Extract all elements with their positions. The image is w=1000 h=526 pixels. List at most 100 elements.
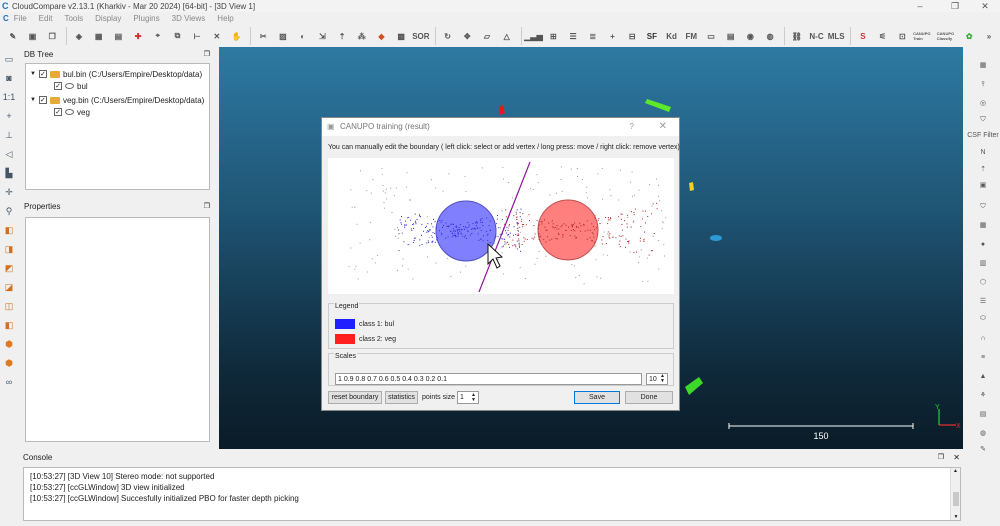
checker-icon[interactable]: ▩ xyxy=(392,27,410,45)
reset-boundary-button[interactable]: reset boundary xyxy=(328,391,382,404)
help-icon[interactable]: ? xyxy=(630,118,634,136)
console-scrollbar[interactable]: ▲ ▼ xyxy=(950,468,960,520)
camera-icon[interactable]: ◙ xyxy=(0,69,18,87)
spin-arrows-icon[interactable]: ▲ ▼ xyxy=(471,393,476,403)
measure-icon[interactable]: ⊢ xyxy=(188,27,206,45)
mls-icon[interactable]: MLS xyxy=(827,27,845,45)
shield-icon[interactable]: ⛉ xyxy=(974,113,992,127)
compass-icon[interactable]: ◎ xyxy=(974,96,992,110)
console-log[interactable]: [10:53:27] [3D View 10] Stereo mode: not… xyxy=(23,467,961,521)
canupo-train-icon[interactable]: CANUPO Train xyxy=(913,27,935,45)
translate-icon[interactable]: ✚ xyxy=(129,27,147,45)
nc-icon[interactable]: N-C xyxy=(808,27,826,45)
save-icon[interactable]: ▣ xyxy=(24,27,42,45)
plugin-icon[interactable]: ✿ xyxy=(960,27,978,45)
minimize-button[interactable]: – xyxy=(905,0,935,12)
tree-item-veg-bin[interactable]: ▼ ✓ veg.bin (C:/Users/Empire/Desktop/dat… xyxy=(30,94,204,106)
scroll-thumb[interactable] xyxy=(953,492,959,506)
color-icon[interactable]: ◆ xyxy=(373,27,391,45)
csf-filter-label[interactable]: CSF Filter xyxy=(966,128,1000,142)
console-close-icon[interactable]: ✕ xyxy=(953,452,960,464)
triangle-icon[interactable]: ▲ xyxy=(974,369,992,383)
tree-item-veg[interactable]: ✓ veg xyxy=(54,106,90,118)
probe-icon[interactable]: ⫯ xyxy=(974,78,992,92)
scales-field[interactable]: 1 0.9 0.8 0.7 0.6 0.5 0.4 0.3 0.2 0.1 xyxy=(335,373,642,385)
scroll-down-icon[interactable]: ▼ xyxy=(951,514,961,520)
shield2-icon[interactable]: ⛉ xyxy=(974,200,992,214)
crosshair-icon[interactable]: ✛ xyxy=(0,183,18,201)
sf-icon[interactable]: SF xyxy=(643,27,661,45)
tree-item-bul[interactable]: ✓ bul xyxy=(54,80,88,92)
city-icon[interactable]: ▥ xyxy=(974,256,992,270)
statistics-button[interactable]: statistics xyxy=(385,391,418,404)
view-bottom-icon[interactable]: ◧ xyxy=(0,316,18,334)
filter-icon[interactable]: ▨ xyxy=(274,27,292,45)
pivot-icon[interactable]: ⊥ xyxy=(0,126,18,144)
north-icon[interactable]: N xyxy=(974,145,992,159)
expand-icon[interactable]: ▼ xyxy=(30,97,36,103)
normal-icon[interactable]: ⇡ xyxy=(333,27,351,45)
histogram-icon[interactable]: ▁▃▅ xyxy=(524,27,542,45)
close-window-button[interactable]: ✕ xyxy=(970,0,1000,12)
qs-icon[interactable]: S xyxy=(854,27,872,45)
menu-3d-views[interactable]: 3D Views xyxy=(172,14,206,23)
spin-arrows-icon[interactable]: ▲ ▼ xyxy=(660,374,665,384)
sf-gradient-icon[interactable]: ⊟ xyxy=(623,27,641,45)
sra-icon[interactable]: ⚟ xyxy=(874,27,892,45)
points-size-spinbox[interactable]: 1 ▲ ▼ xyxy=(457,391,479,404)
project-icon[interactable]: ◐ xyxy=(294,27,312,45)
link-icon[interactable]: ⛓ xyxy=(788,27,806,45)
menu-file[interactable]: File xyxy=(14,14,27,23)
seg-tool-icon[interactable]: ⊡ xyxy=(893,27,911,45)
align-icon[interactable]: ⌖ xyxy=(149,27,167,45)
layers-icon[interactable]: ☰ xyxy=(974,294,992,308)
menu-edit[interactable]: Edit xyxy=(39,14,53,23)
monitor-icon[interactable]: ▭ xyxy=(0,50,18,68)
plus-icon[interactable]: + xyxy=(0,107,18,125)
cube-icon[interactable]: ⬡ xyxy=(974,275,992,289)
pick-icon[interactable]: ✋ xyxy=(228,27,246,45)
sf-list-icon[interactable]: ☰ xyxy=(564,27,582,45)
menu-tools[interactable]: Tools xyxy=(64,14,83,23)
checkbox-icon[interactable]: ✓ xyxy=(54,82,62,90)
distance-icon[interactable]: ⇲ xyxy=(314,27,332,45)
cone-icon[interactable]: △ xyxy=(498,27,516,45)
shade-icon[interactable]: ◉ xyxy=(742,27,760,45)
canupo-classify-icon[interactable]: CANUPO Classify xyxy=(937,27,959,45)
light-icon[interactable]: ▙ xyxy=(0,164,18,182)
menu-help[interactable]: Help xyxy=(217,14,233,23)
grid-icon[interactable]: ▦ xyxy=(974,218,992,232)
pen-icon[interactable]: ✎ xyxy=(974,442,992,456)
toolbar-more-icon[interactable]: » xyxy=(980,27,998,45)
magnet-icon[interactable]: ∩ xyxy=(974,331,992,345)
undock-icon[interactable]: ❐ xyxy=(938,452,944,464)
expand-icon[interactable]: ▼ xyxy=(30,71,36,77)
stereo-icon[interactable]: ∞ xyxy=(0,373,18,391)
one-to-one-icon[interactable]: 1:1 xyxy=(0,88,18,106)
checkbox-icon[interactable]: ✓ xyxy=(38,96,47,104)
ellipse-icon[interactable]: ⬭ xyxy=(974,312,992,326)
clone-icon[interactable]: ◈ xyxy=(70,27,88,45)
iso-front-icon[interactable]: ⬢ xyxy=(0,335,18,353)
poisson-icon[interactable]: ▤ xyxy=(722,27,740,45)
perspective-icon[interactable]: ◁ xyxy=(0,145,18,163)
move-icon[interactable]: ✥ xyxy=(458,27,476,45)
dialog-close-button[interactable]: ✕ xyxy=(659,118,667,136)
subsample-icon[interactable]: ▤ xyxy=(110,27,128,45)
menu-display[interactable]: Display xyxy=(95,14,121,23)
delete-icon[interactable]: ✕ xyxy=(208,27,226,45)
view-top-icon[interactable]: ◫ xyxy=(0,297,18,315)
open-icon[interactable]: ✎ xyxy=(4,27,22,45)
bars-icon[interactable]: ≡ xyxy=(974,350,992,364)
undock-icon[interactable]: ❐ xyxy=(204,49,210,61)
sf-filter-icon[interactable]: ≣ xyxy=(584,27,602,45)
stats-icon[interactable]: ⊞ xyxy=(545,27,563,45)
rotate-icon[interactable]: ↻ xyxy=(439,27,457,45)
zoom-icon[interactable]: ⚲ xyxy=(0,202,18,220)
tree-item-bul-bin[interactable]: ▼ ✓ bul.bin (C:/Users/Empire/Desktop/dat… xyxy=(30,68,202,80)
segment-icon[interactable]: ✂ xyxy=(254,27,272,45)
maximize-button[interactable]: ❐ xyxy=(940,0,970,12)
iso-back-icon[interactable]: ⬢ xyxy=(0,354,18,372)
copy-icon[interactable]: ❐ xyxy=(43,27,61,45)
classifier-plot[interactable] xyxy=(328,158,674,294)
